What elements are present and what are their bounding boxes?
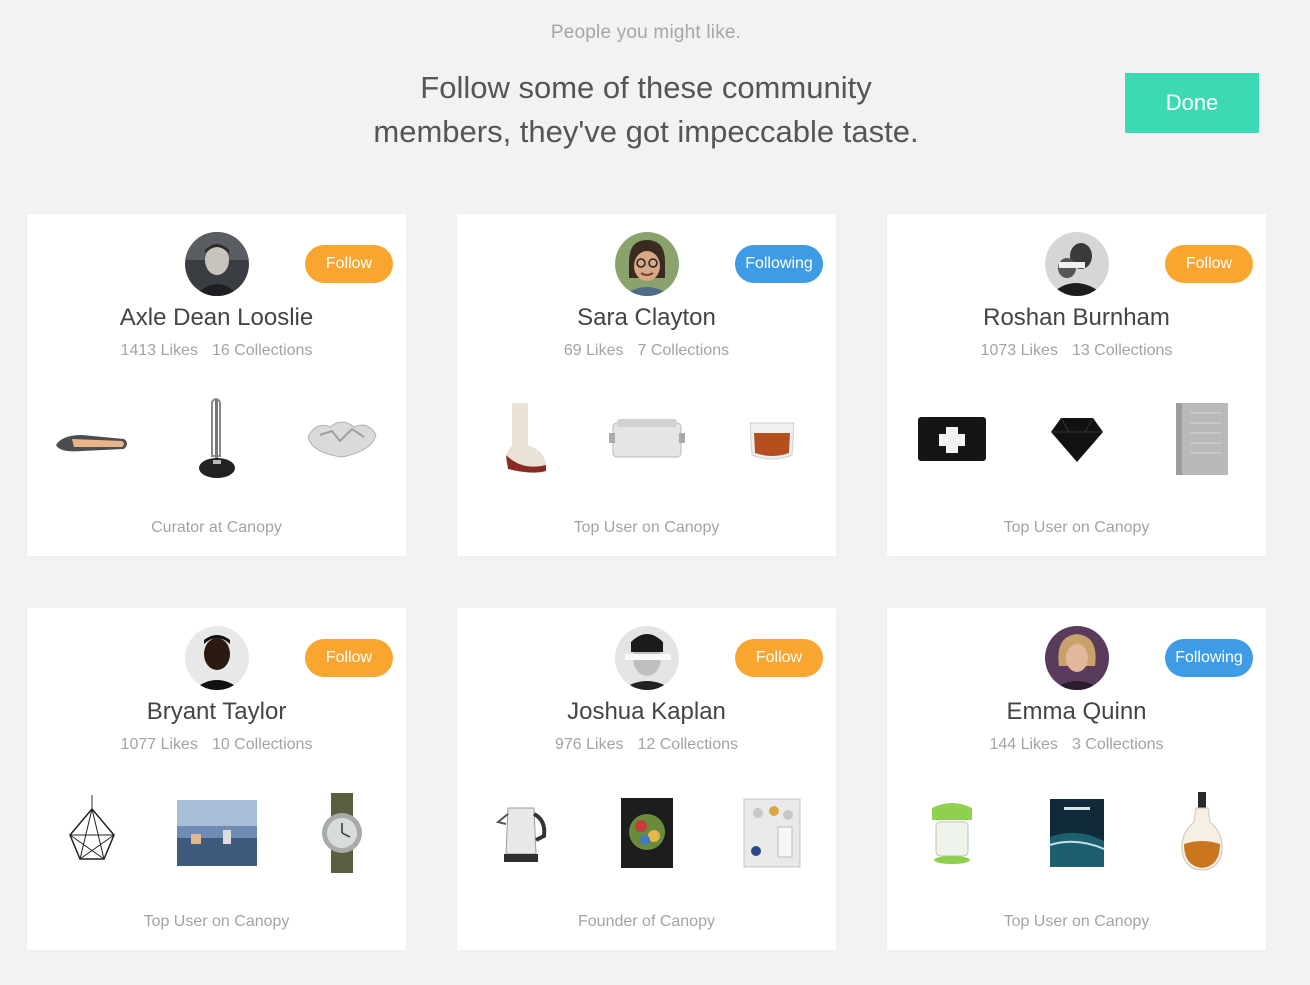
collections-count: 12 Collections <box>637 736 739 753</box>
collections-count: 3 Collections <box>1071 736 1164 753</box>
product-thumbnail-decanter[interactable] <box>1157 788 1247 878</box>
following-button[interactable]: Following <box>735 245 823 283</box>
user-role: Founder of Canopy <box>578 913 715 930</box>
likes-count: 144 Likes <box>989 736 1058 753</box>
product-thumbnail-metal-bowl[interactable] <box>297 394 387 484</box>
likes-count: 69 Likes <box>563 342 624 359</box>
likes-count: 976 Likes <box>555 736 624 753</box>
user-name[interactable]: Joshua Kaplan <box>457 698 836 726</box>
product-thumbnail-towel-holder[interactable] <box>172 394 262 484</box>
done-button[interactable]: Done <box>1125 73 1259 133</box>
collections-count: 13 Collections <box>1071 342 1173 359</box>
product-thumbnail-spiralizer[interactable] <box>907 788 997 878</box>
collections-count: 16 Collections <box>211 342 313 359</box>
follow-button[interactable]: Follow <box>305 639 393 677</box>
product-thumbnail-slipper-sock[interactable] <box>477 394 567 484</box>
product-thumbnail-lunch-box[interactable] <box>602 394 692 484</box>
user-stats: 1077 Likes 10 Collections <box>27 736 406 754</box>
user-name[interactable]: Emma Quinn <box>887 698 1266 726</box>
user-avatar[interactable] <box>185 232 249 296</box>
user-name[interactable]: Axle Dean Looslie <box>27 304 406 332</box>
product-thumbnails <box>477 394 816 484</box>
user-avatar[interactable] <box>1045 232 1109 296</box>
user-card: Following Emma Quinn 144 Likes 3 Collecti… <box>887 608 1266 950</box>
product-thumbnail-watch[interactable] <box>297 788 387 878</box>
user-role: Curator at Canopy <box>151 519 282 536</box>
collections-count: 7 Collections <box>637 342 730 359</box>
user-stats: 1413 Likes 16 Collections <box>27 342 406 360</box>
product-thumbnails <box>907 394 1246 484</box>
user-card: Follow Axle Dean Looslie 1413 Likes 16 Co… <box>27 214 406 556</box>
user-card: Following Sara Clayton 69 Likes 7 Collect… <box>457 214 836 556</box>
user-name[interactable]: Sara Clayton <box>457 304 836 332</box>
following-button[interactable]: Following <box>1165 639 1253 677</box>
user-name[interactable]: Bryant Taylor <box>27 698 406 726</box>
user-role: Top User on Canopy <box>573 519 720 536</box>
user-avatar[interactable] <box>1045 626 1109 690</box>
product-thumbnails <box>907 788 1246 878</box>
user-stats: 144 Likes 3 Collections <box>887 736 1266 754</box>
product-thumbnails <box>47 394 386 484</box>
follow-button[interactable]: Follow <box>735 639 823 677</box>
user-card: Follow Bryant Taylor 1077 Likes 10 Collec… <box>27 608 406 950</box>
follow-button[interactable]: Follow <box>1165 245 1253 283</box>
likes-count: 1413 Likes <box>120 342 198 359</box>
user-role: Top User on Canopy <box>1003 519 1150 536</box>
product-thumbnails <box>47 788 386 878</box>
product-thumbnails <box>477 788 816 878</box>
page-subtitle: People you might like. <box>550 22 742 43</box>
user-card: Follow Joshua Kaplan 976 Likes 12 Collect… <box>457 608 836 950</box>
product-thumbnail-notebook[interactable] <box>1157 394 1247 484</box>
user-avatar[interactable] <box>615 626 679 690</box>
product-thumbnail-kettle[interactable] <box>477 788 567 878</box>
headline-line-1: Follow some of these community <box>420 70 872 105</box>
likes-count: 1077 Likes <box>120 736 198 753</box>
likes-count: 1073 Likes <box>980 342 1058 359</box>
user-stats: 976 Likes 12 Collections <box>457 736 836 754</box>
product-thumbnail-pendant-lamp[interactable] <box>47 788 137 878</box>
product-thumbnail-art-book[interactable] <box>727 788 817 878</box>
user-stats: 1073 Likes 13 Collections <box>887 342 1266 360</box>
user-card: Follow Roshan Burnham 1073 Likes 13 Colle… <box>887 214 1266 556</box>
product-thumbnail-first-aid-pouch[interactable] <box>907 394 997 484</box>
headline-line-2: members, they've got impeccable taste. <box>373 114 919 149</box>
collections-count: 10 Collections <box>211 736 313 753</box>
page-headline: Follow some of these community members, … <box>346 66 946 154</box>
user-avatar[interactable] <box>185 626 249 690</box>
product-thumbnail-cookbook[interactable] <box>602 788 692 878</box>
people-suggestions-page: People you might like. Follow some of th… <box>0 0 1310 985</box>
product-thumbnail-photo-print[interactable] <box>172 788 262 878</box>
product-thumbnail-gem[interactable] <box>1032 394 1122 484</box>
user-role: Top User on Canopy <box>143 913 290 930</box>
user-stats: 69 Likes 7 Collections <box>457 342 836 360</box>
product-thumbnail-overview-book[interactable] <box>1032 788 1122 878</box>
follow-button[interactable]: Follow <box>305 245 393 283</box>
user-role: Top User on Canopy <box>1003 913 1150 930</box>
user-avatar[interactable] <box>615 232 679 296</box>
product-thumbnail-shoe-horn[interactable] <box>47 394 137 484</box>
product-thumbnail-tea-cup[interactable] <box>727 394 817 484</box>
user-name[interactable]: Roshan Burnham <box>887 304 1266 332</box>
